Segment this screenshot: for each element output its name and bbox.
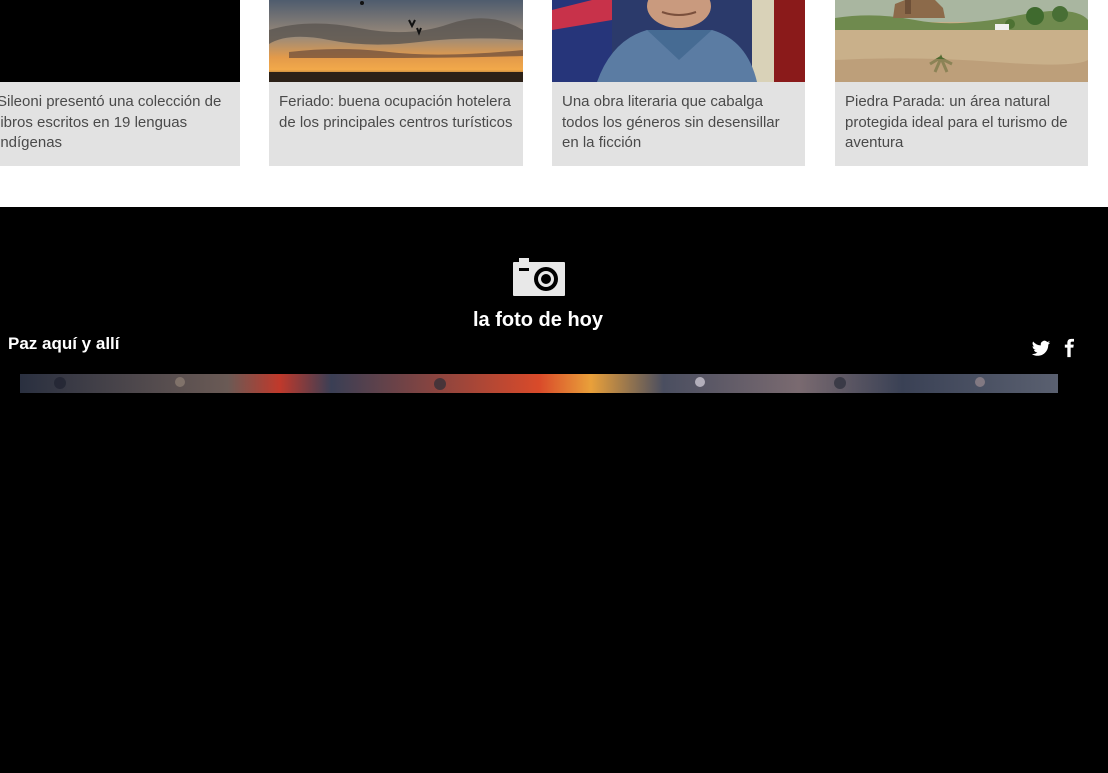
- section-title: la foto de hoy: [473, 309, 603, 331]
- photo-of-the-day-image[interactable]: [20, 374, 1058, 393]
- camera-icon: [513, 258, 565, 296]
- landscape-photo: [835, 0, 1088, 82]
- photo-caption: Paz aquí y allí: [8, 334, 120, 353]
- news-card-caption[interactable]: Piedra Parada: un área natural protegida…: [835, 82, 1088, 166]
- news-card[interactable]: Feriado: buena ocupación hotelera de los…: [269, 0, 523, 166]
- related-news-strip: Sileoni presentó una colección de libros…: [0, 0, 1108, 207]
- news-thumbnail[interactable]: [835, 0, 1088, 82]
- crowd-photo: [20, 374, 1058, 393]
- news-card-caption[interactable]: Sileoni presentó una colección de libros…: [0, 82, 240, 166]
- twitter-icon[interactable]: [1031, 338, 1051, 358]
- news-thumbnail[interactable]: [552, 0, 805, 82]
- news-card-caption[interactable]: Una obra literaria que cabalga todos los…: [552, 82, 805, 166]
- sunset-photo: [269, 0, 523, 82]
- facebook-icon[interactable]: [1059, 338, 1079, 358]
- news-card[interactable]: Piedra Parada: un área natural protegida…: [835, 0, 1088, 166]
- news-card-caption[interactable]: Feriado: buena ocupación hotelera de los…: [269, 82, 523, 166]
- news-card[interactable]: Sileoni presentó una colección de libros…: [0, 0, 240, 166]
- portrait-photo: [552, 0, 805, 82]
- social-share: [1031, 338, 1079, 358]
- news-thumbnail[interactable]: [0, 0, 240, 82]
- news-card[interactable]: Una obra literaria que cabalga todos los…: [552, 0, 805, 166]
- news-thumbnail[interactable]: [269, 0, 523, 82]
